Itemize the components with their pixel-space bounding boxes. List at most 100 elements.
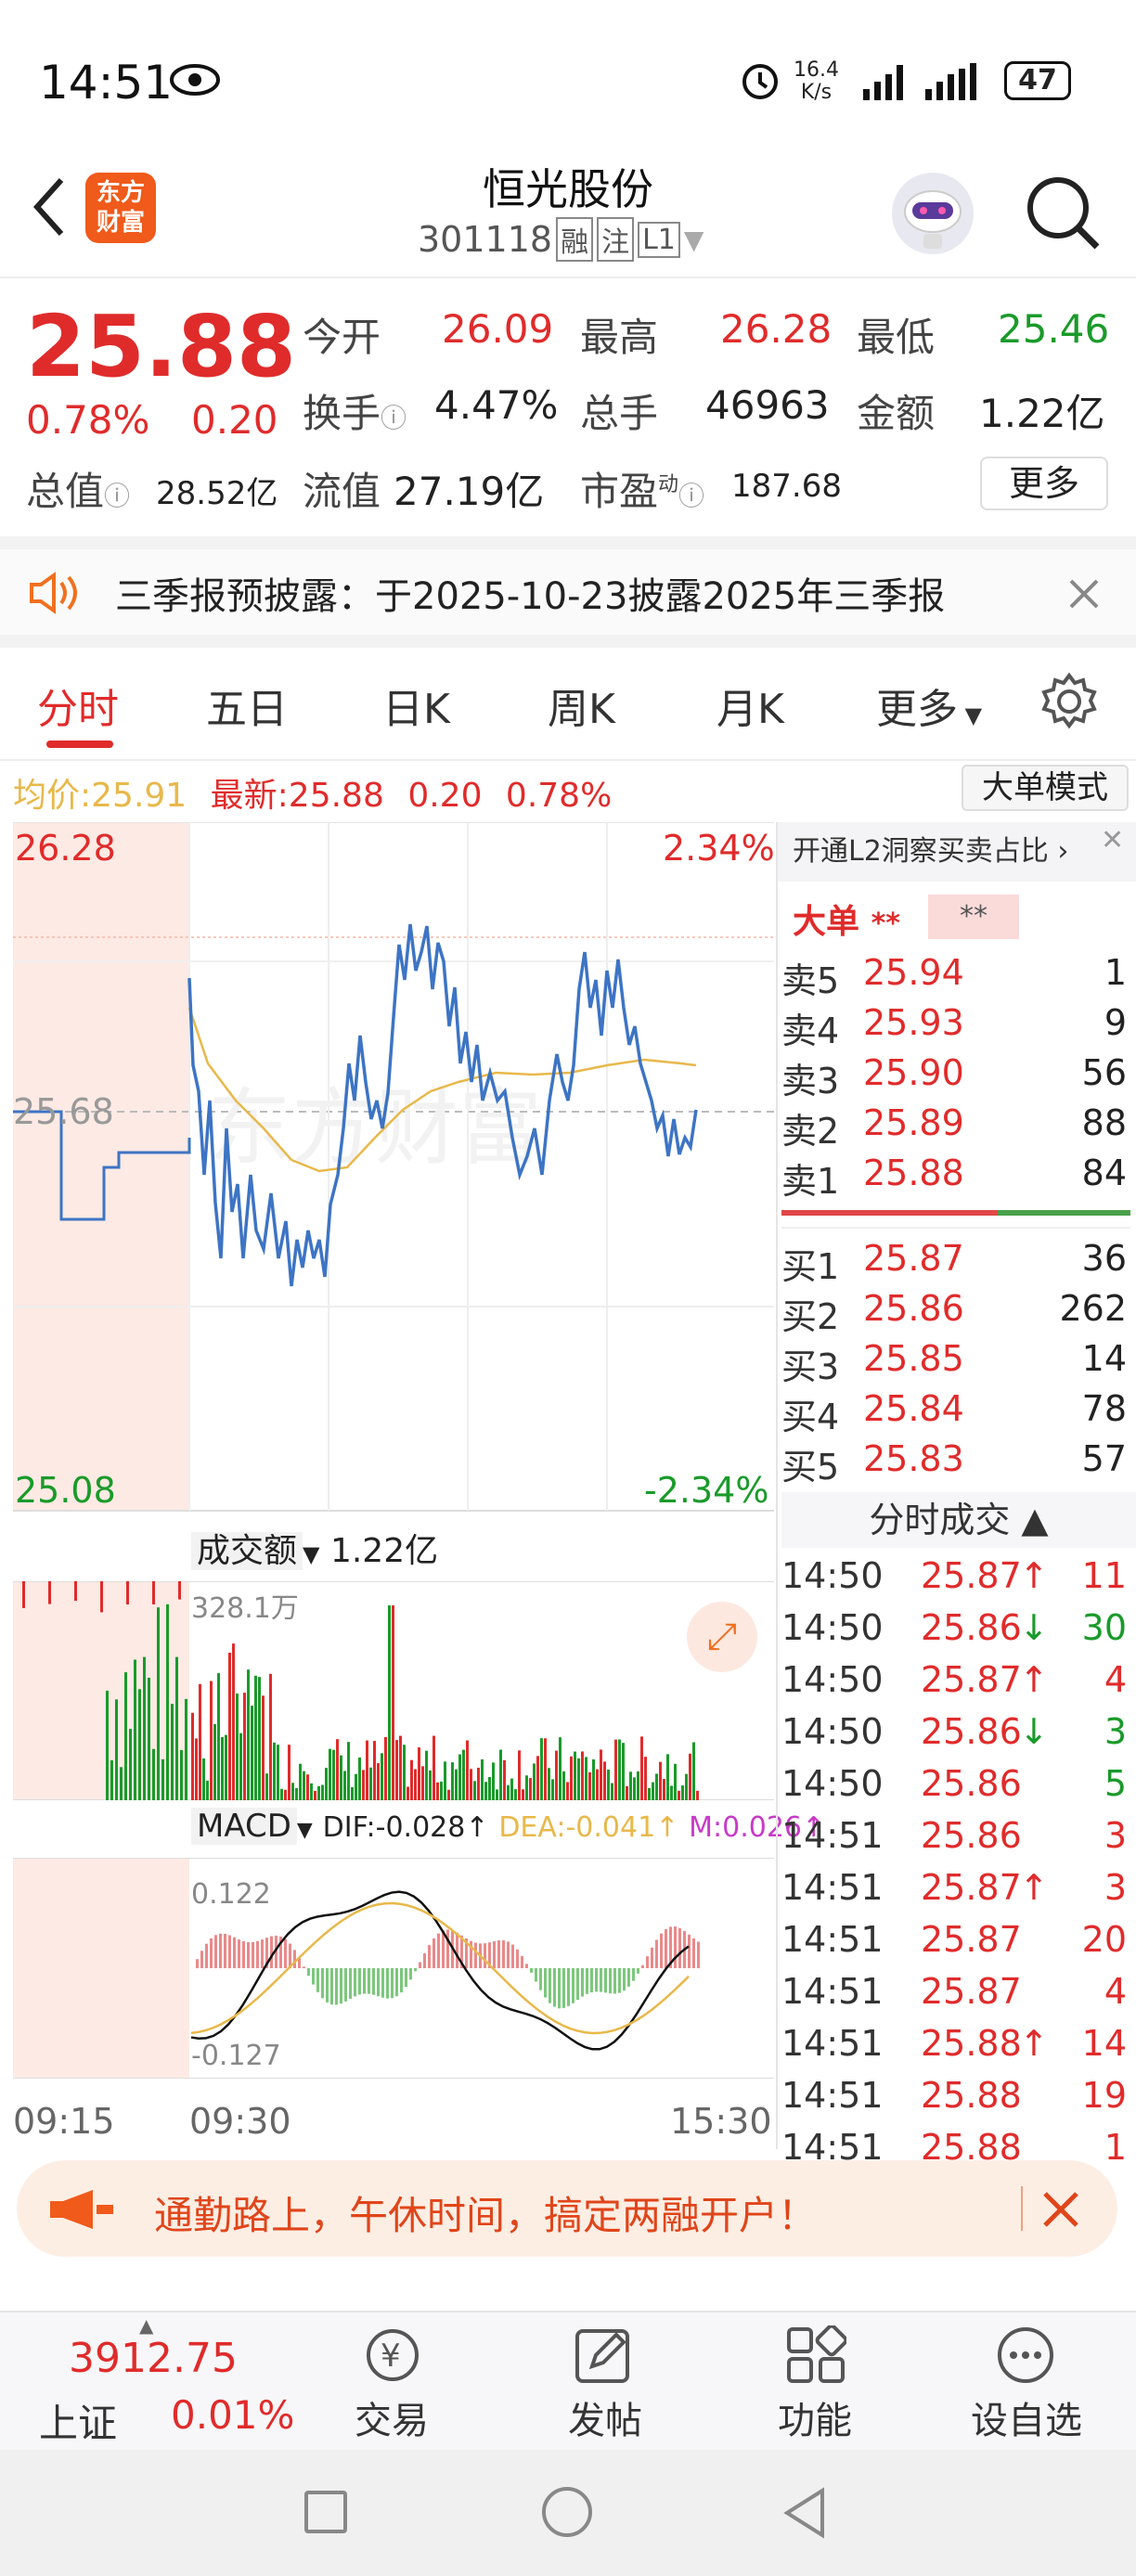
open-value: 26.09 xyxy=(442,306,554,352)
settings-gear-icon[interactable] xyxy=(1039,672,1099,731)
close-icon[interactable] xyxy=(1041,2190,1080,2229)
nav-post[interactable]: 发帖 xyxy=(568,2390,642,2444)
expand-icon[interactable]: ⤢ xyxy=(687,1602,757,1672)
trade-row: 14:51 25.88 ↑ 14 xyxy=(781,2023,1127,2064)
index-pct[interactable]: 0.01% xyxy=(171,2392,294,2438)
recent-apps-icon[interactable] xyxy=(304,2491,347,2533)
bid-row: 买5 25.83 57 xyxy=(781,1438,1127,1488)
search-icon[interactable] xyxy=(1021,171,1104,254)
nav-functions[interactable]: 功能 xyxy=(778,2390,852,2444)
signal-2-icon xyxy=(925,63,976,100)
big-order-value: ** xyxy=(928,895,1019,939)
stock-code-row[interactable]: 301118 融 注 L1 ▼ xyxy=(418,217,704,262)
notice-bar[interactable]: 三季报预披露：于2025-10-23披露2025年三季报 xyxy=(0,536,1136,648)
big-order-mode-button[interactable]: 大单模式 xyxy=(962,765,1129,811)
tab-monthly-k[interactable]: 月K xyxy=(716,676,784,735)
tab-intraday[interactable]: 分时 xyxy=(37,676,119,735)
info-icon[interactable]: ⓘ xyxy=(678,481,704,511)
ask-row: 卖2 25.89 88 xyxy=(781,1102,1127,1152)
watermark: 东方财富 xyxy=(208,1079,542,1177)
system-nav-bar xyxy=(0,2450,1136,2576)
trade-icon: ¥ xyxy=(367,2329,419,2381)
high-value: 26.28 xyxy=(720,306,833,352)
promo-banner[interactable]: 通勤路上，午休时间，搞定两融开户！ xyxy=(17,2160,1117,2257)
change-percent: 0.78% xyxy=(26,397,150,443)
trade-row: 14:51 25.88 19 xyxy=(781,2075,1127,2116)
more-button[interactable]: 更多 xyxy=(980,457,1108,510)
more-dots-icon xyxy=(998,2327,1053,2383)
bottom-nav: ▲ 3912.75 上证 0.01% ¥ 交易 发帖 功能 设自选 xyxy=(0,2311,1136,2450)
tab-five-day[interactable]: 五日 xyxy=(206,676,288,735)
nav-add-watchlist[interactable]: 设自选 xyxy=(971,2390,1082,2444)
trade-row: 14:51 25.87 20 xyxy=(781,1919,1127,1960)
close-icon[interactable] xyxy=(1067,577,1101,611)
tab-daily-k[interactable]: 日K xyxy=(382,676,450,735)
index-value[interactable]: 3912.75 xyxy=(69,2335,238,2382)
low-value: 25.46 xyxy=(998,306,1110,352)
tab-more[interactable]: 更多 ▼ xyxy=(876,676,982,735)
volume-header[interactable]: 成交额 ▼ 1.22亿 xyxy=(191,1524,439,1572)
tag-level: L1 xyxy=(638,221,680,258)
index-name[interactable]: 上证 xyxy=(39,2392,117,2449)
trade-row: 14:50 25.86 ↓ 3 xyxy=(781,1711,1127,1752)
status-bar: 14:51 16.4 K/s 47 xyxy=(0,0,1136,148)
intraday-chart-area: 均价:25.91 最新:25.88 0.20 0.78% 大单模式 东方财富 2… xyxy=(0,761,1136,2168)
market-cap-value: 28.52亿 xyxy=(156,475,278,512)
trade-row: 14:50 25.87 ↑ 4 xyxy=(781,1659,1127,1700)
notice-text: 三季报预披露：于2025-10-23披露2025年三季报 xyxy=(115,575,946,618)
macd-header[interactable]: MACD ▼ DIF:-0.028↑ DEA:-0.041↑ M:0.026↑ xyxy=(191,1808,825,1845)
stock-header: 东方 财富 恒光股份 301118 融 注 L1 ▼ xyxy=(0,148,1136,278)
pe-label: 市盈动ⓘ xyxy=(580,469,705,514)
float-cap-value: 27.19亿 xyxy=(394,469,545,514)
close-promo-icon[interactable]: ✕ xyxy=(1101,824,1124,857)
info-icon[interactable]: ⓘ xyxy=(104,481,130,511)
speaker-icon xyxy=(30,572,77,614)
quote-panel: 25.88 0.78% 0.20 今开 26.09 最高 26.28 最低 25… xyxy=(0,278,1136,536)
trade-row: 14:50 25.86 ↓ 30 xyxy=(781,1607,1127,1648)
bid-row: 买3 25.85 14 xyxy=(781,1338,1127,1387)
eye-icon xyxy=(170,64,220,96)
volume-chart xyxy=(13,1581,774,1800)
trades-header[interactable]: 分时成交 ▲ xyxy=(781,1492,1136,1548)
caret-up-icon: ▲ xyxy=(139,2314,154,2337)
l2-promo[interactable]: 开通L2洞察买卖占比 › xyxy=(778,822,1136,882)
axis-bottom-pct: -2.34% xyxy=(644,1470,769,1511)
pre-market-zone xyxy=(13,822,189,1511)
trade-row: 14:51 25.87 ↑ 3 xyxy=(781,1867,1127,1908)
tab-weekly-k[interactable]: 周K xyxy=(548,676,615,735)
ask-row: 卖4 25.93 9 xyxy=(781,1002,1127,1051)
robot-assistant-icon[interactable] xyxy=(886,167,979,260)
macd-top-label: 0.122 xyxy=(191,1878,271,1911)
axis-bottom-price: 25.08 xyxy=(15,1470,116,1511)
turnover-value: 4.47% xyxy=(434,382,559,428)
tab-indicator xyxy=(46,741,113,748)
nav-trade[interactable]: 交易 xyxy=(355,2390,429,2444)
bid-row: 买2 25.86 262 xyxy=(781,1288,1127,1337)
status-time: 14:51 xyxy=(39,56,174,109)
open-label: 今开 xyxy=(303,315,381,360)
bid-row: 买1 25.87 36 xyxy=(781,1238,1127,1287)
axis-top-pct: 2.34% xyxy=(663,828,775,869)
svg-text:¥: ¥ xyxy=(381,2338,401,2375)
volume-value: 46963 xyxy=(705,382,830,428)
period-tabs: 分时 五日 日K 周K 月K 更多 ▼ xyxy=(0,648,1136,761)
current-price: 25.88 xyxy=(26,297,297,396)
trade-row: 14:50 25.87 ↑ 11 xyxy=(781,1555,1127,1596)
trade-row: 14:50 25.86 5 xyxy=(781,1763,1127,1804)
bid-ask-ratio-bar xyxy=(781,1210,1130,1216)
market-cap-label: 总值ⓘ xyxy=(26,469,131,514)
big-order-label: 大单 ** xyxy=(793,903,900,941)
ask-row: 卖1 25.88 84 xyxy=(781,1153,1127,1202)
amount-value: 1.22亿 xyxy=(979,391,1105,436)
float-cap-label: 流值 xyxy=(303,469,381,514)
axis-mid-price: 25.68 xyxy=(13,1091,114,1132)
home-icon[interactable] xyxy=(542,2487,592,2537)
back-nav-icon[interactable] xyxy=(780,2485,832,2541)
functions-grid-icon xyxy=(787,2325,846,2383)
macd-bottom-label: -0.127 xyxy=(191,2040,281,2072)
post-edit-icon xyxy=(575,2329,629,2383)
info-icon[interactable]: ⓘ xyxy=(381,403,407,433)
ask-row: 卖3 25.90 56 xyxy=(781,1052,1127,1101)
change-amount: 0.20 xyxy=(191,397,278,443)
volume-label: 总手 xyxy=(580,391,659,436)
